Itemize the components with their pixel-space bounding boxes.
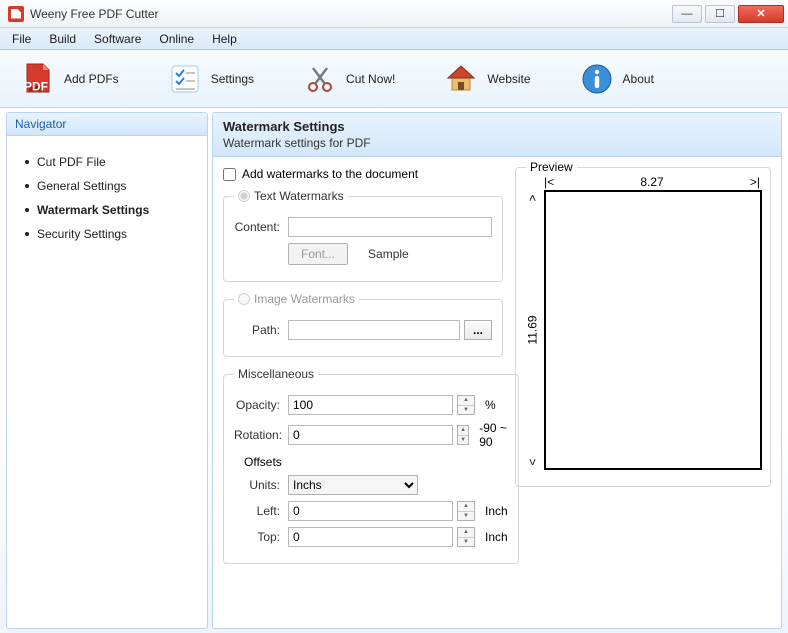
about-button[interactable]: About xyxy=(579,61,654,97)
menu-online[interactable]: Online xyxy=(151,30,202,48)
preview-width: 8.27 xyxy=(556,175,748,189)
text-watermarks-radio[interactable] xyxy=(238,190,250,202)
panel-title: Watermark Settings xyxy=(223,119,771,134)
bullet-icon xyxy=(25,184,29,188)
image-watermarks-legend: Image Watermarks xyxy=(254,292,355,306)
rotation-range: -90 ~ 90 xyxy=(479,421,507,449)
titlebar: Weeny Free PDF Cutter — ☐ ✕ xyxy=(0,0,788,28)
offsets-label: Offsets xyxy=(244,455,508,469)
app-icon xyxy=(8,6,24,22)
text-watermarks-group: Text Watermarks Content: Font... Sample xyxy=(223,189,503,282)
left-spinner[interactable]: ▲▼ xyxy=(457,501,475,521)
menu-build[interactable]: Build xyxy=(41,30,84,48)
nav-item-label: General Settings xyxy=(37,179,126,193)
cut-now-label: Cut Now! xyxy=(346,72,395,86)
content-header: Watermark Settings Watermark settings fo… xyxy=(213,113,781,157)
nav-item-label: Watermark Settings xyxy=(37,203,149,217)
content-panel: Watermark Settings Watermark settings fo… xyxy=(212,112,782,629)
website-label: Website xyxy=(487,72,530,86)
house-icon xyxy=(443,61,479,97)
website-button[interactable]: Website xyxy=(443,61,530,97)
units-select[interactable]: Inchs xyxy=(288,475,418,495)
maximize-button[interactable]: ☐ xyxy=(705,5,735,23)
toolbar: PDF Add PDFs Settings Cut Now! Website A… xyxy=(0,50,788,108)
left-unit: Inch xyxy=(485,504,508,518)
font-button[interactable]: Font... xyxy=(288,243,348,265)
nav-item-general[interactable]: General Settings xyxy=(25,174,199,198)
ruler-horizontal: |< 8.27 >| xyxy=(542,174,762,190)
navigator-panel: Navigator Cut PDF File General Settings … xyxy=(6,112,208,629)
add-watermarks-label: Add watermarks to the document xyxy=(242,167,418,181)
misc-legend: Miscellaneous xyxy=(238,367,314,381)
add-watermarks-checkbox[interactable] xyxy=(223,168,236,181)
minimize-button[interactable]: — xyxy=(672,5,702,23)
checklist-icon xyxy=(167,61,203,97)
nav-item-security[interactable]: Security Settings xyxy=(25,222,199,246)
opacity-unit: % xyxy=(485,398,496,412)
nav-item-label: Security Settings xyxy=(37,227,127,241)
text-watermarks-legend: Text Watermarks xyxy=(254,189,344,203)
cut-now-button[interactable]: Cut Now! xyxy=(302,61,395,97)
rotation-spinner[interactable]: ▲▼ xyxy=(457,425,469,445)
info-icon xyxy=(579,61,615,97)
bullet-icon xyxy=(25,208,29,212)
opacity-label: Opacity: xyxy=(234,398,284,412)
top-label: Top: xyxy=(234,530,284,544)
nav-item-cut-pdf[interactable]: Cut PDF File xyxy=(25,150,199,174)
nav-item-watermark[interactable]: Watermark Settings xyxy=(25,198,199,222)
top-spinner[interactable]: ▲▼ xyxy=(457,527,475,547)
menu-file[interactable]: File xyxy=(4,30,39,48)
image-watermarks-radio[interactable] xyxy=(238,293,250,305)
rotation-input[interactable] xyxy=(288,425,453,445)
opacity-input[interactable] xyxy=(288,395,453,415)
top-unit: Inch xyxy=(485,530,508,544)
content-input[interactable] xyxy=(288,217,492,237)
bullet-icon xyxy=(25,160,29,164)
menu-software[interactable]: Software xyxy=(86,30,149,48)
miscellaneous-group: Miscellaneous Opacity: ▲▼ % Rotation: ▲▼… xyxy=(223,367,519,564)
about-label: About xyxy=(623,72,654,86)
left-input[interactable] xyxy=(288,501,453,521)
close-button[interactable]: ✕ xyxy=(738,5,784,23)
svg-text:PDF: PDF xyxy=(24,79,48,93)
preview-group: Preview |< 8.27 >| > 11.69 < xyxy=(515,167,771,487)
rotation-label: Rotation: xyxy=(234,428,284,442)
scissors-icon xyxy=(302,61,338,97)
menu-help[interactable]: Help xyxy=(204,30,245,48)
add-pdfs-label: Add PDFs xyxy=(64,72,119,86)
settings-button[interactable]: Settings xyxy=(167,61,254,97)
opacity-spinner[interactable]: ▲▼ xyxy=(457,395,475,415)
pdf-icon: PDF xyxy=(20,61,56,97)
menubar: File Build Software Online Help xyxy=(0,28,788,50)
units-label: Units: xyxy=(234,478,284,492)
ruler-vertical: > 11.69 < xyxy=(524,190,542,470)
panel-subtitle: Watermark settings for PDF xyxy=(223,136,771,150)
navigator-title: Navigator xyxy=(7,113,207,136)
nav-item-label: Cut PDF File xyxy=(37,155,106,169)
path-label: Path: xyxy=(234,323,284,337)
top-input[interactable] xyxy=(288,527,453,547)
bullet-icon xyxy=(25,232,29,236)
settings-label: Settings xyxy=(211,72,254,86)
content-label: Content: xyxy=(234,220,284,234)
window-title: Weeny Free PDF Cutter xyxy=(30,7,672,21)
add-pdfs-button[interactable]: PDF Add PDFs xyxy=(20,61,119,97)
preview-height: 11.69 xyxy=(409,315,657,344)
sample-label: Sample xyxy=(368,247,409,261)
preview-legend: Preview xyxy=(526,160,577,174)
left-label: Left: xyxy=(234,504,284,518)
